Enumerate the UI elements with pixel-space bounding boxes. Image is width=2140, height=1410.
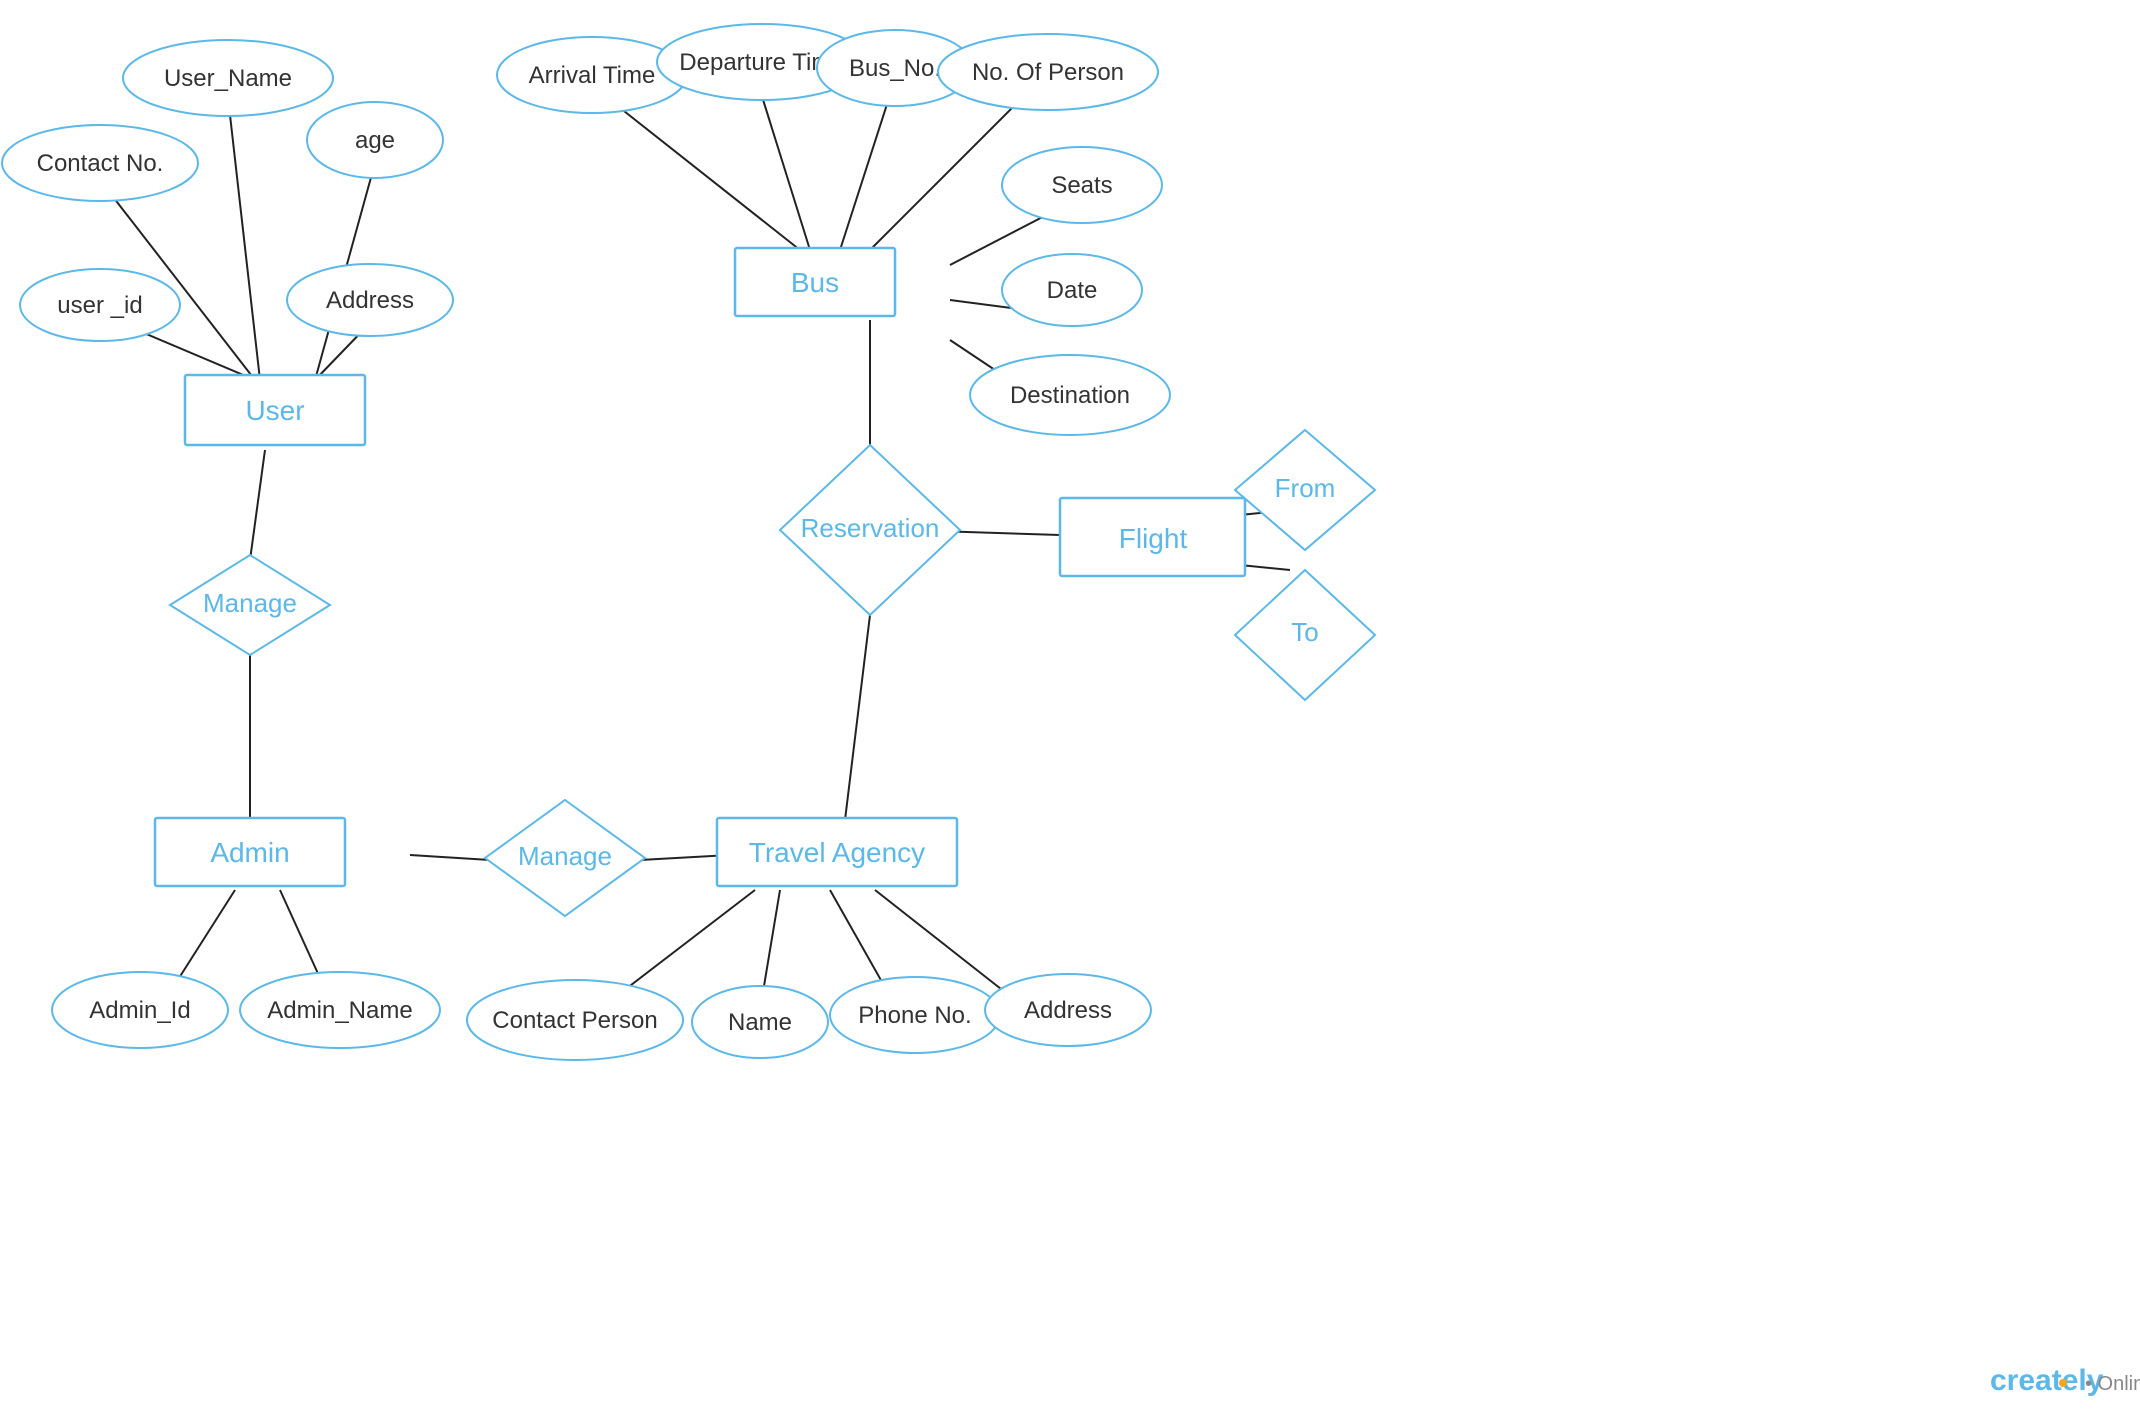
- entity-admin-label: Admin: [210, 837, 289, 868]
- attr-user-id-label: user _id: [57, 292, 142, 319]
- attr-admin-id-label: Admin_Id: [89, 997, 190, 1024]
- attr-age-label: age: [355, 127, 395, 154]
- relation-from-label: From: [1275, 473, 1336, 503]
- attr-admin-name-label: Admin_Name: [267, 997, 412, 1024]
- attr-agency-address-label: Address: [1024, 997, 1112, 1024]
- attr-date-label: Date: [1047, 277, 1098, 304]
- attr-contact-person-label: Contact Person: [492, 1007, 657, 1034]
- attr-phone-no-label: Phone No.: [858, 1002, 971, 1029]
- attr-seats-label: Seats: [1051, 172, 1112, 199]
- attr-bus-no-label: Bus_No.: [849, 55, 941, 82]
- brand-subtext: • Online Diagramming: [2085, 1373, 2140, 1395]
- relation-reservation-label: Reservation: [801, 513, 940, 543]
- attr-name-label: Name: [728, 1009, 792, 1036]
- attr-user-name-label: User_Name: [164, 65, 292, 92]
- er-diagram: User Admin Bus Flight Travel Agency User…: [0, 0, 2140, 1410]
- relation-manage2-label: Manage: [518, 841, 612, 871]
- entity-flight-label: Flight: [1119, 523, 1188, 554]
- attr-destination-label: Destination: [1010, 382, 1130, 409]
- attr-user-address-label: Address: [326, 287, 414, 314]
- entity-user-label: User: [245, 395, 304, 426]
- attr-no-of-person-label: No. Of Person: [972, 59, 1124, 86]
- attr-contact-no-label: Contact No.: [37, 150, 164, 177]
- entity-bus-label: Bus: [791, 267, 839, 298]
- attr-arrival-time-label: Arrival Time: [529, 62, 656, 89]
- brand-dot: [2059, 1379, 2067, 1387]
- entity-travel-agency-label: Travel Agency: [749, 837, 925, 868]
- relation-to-label: To: [1291, 617, 1318, 647]
- relation-manage1-label: Manage: [203, 588, 297, 618]
